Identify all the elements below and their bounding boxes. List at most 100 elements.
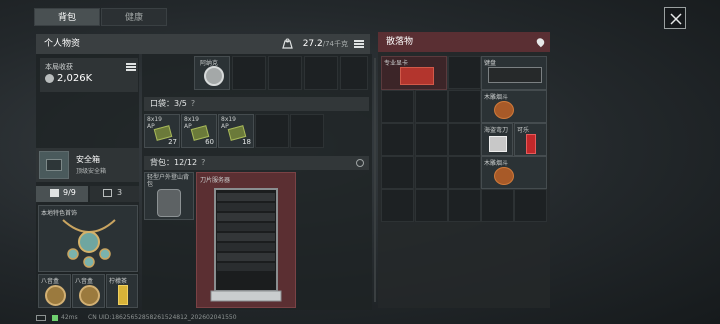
top-strip-item[interactable]: 阿纳克 [194, 56, 230, 90]
status-bar: 42ms CN UID:1862565285826152481​2_202602… [0, 312, 720, 324]
loot-gpu-item[interactable]: 专业显卡 [381, 56, 447, 90]
backpack-item[interactable]: 轻型户外登山背包 [144, 172, 194, 220]
loot-grid-slot[interactable] [381, 156, 414, 189]
location-pin-icon [535, 36, 546, 48]
cassette-label: 海盗弯刀 [484, 127, 509, 134]
weight-current: 27.2 [302, 39, 323, 49]
ammo-label: 8x19 [184, 116, 200, 123]
grid-slot[interactable] [340, 56, 368, 90]
income-value: 2,026K [57, 73, 93, 84]
loot-grid-slot[interactable] [448, 156, 481, 189]
ammo-slot-3[interactable]: 8x19 AP 18 [218, 114, 254, 148]
lemon-tea-item[interactable]: 柠檬茶 [106, 274, 138, 308]
personal-title: 个人物资 [44, 39, 81, 49]
blade-server-item[interactable]: 刀片服务器 [196, 172, 296, 308]
box-icon [103, 189, 112, 197]
loot-header: 散落物 [378, 32, 550, 52]
pocket-help-icon[interactable]: ? [191, 99, 195, 108]
tea-can-icon [118, 285, 128, 305]
ammo-label: 8x19 [147, 116, 163, 123]
slots-count: 9/9 [63, 188, 76, 197]
loot-grid-slot[interactable] [448, 189, 481, 222]
grid-slot[interactable] [268, 56, 302, 90]
loot-grid-slot[interactable] [381, 123, 414, 156]
music-box-icon [79, 285, 100, 306]
personal-header: 个人物资 27.2/74千克 [36, 34, 370, 54]
weight-icon [282, 38, 293, 49]
keyboard-label: 键盘 [484, 60, 497, 67]
tab-health[interactable]: 健康 [101, 8, 167, 26]
gpu-icon [400, 67, 434, 85]
sort-list-icon[interactable] [354, 40, 364, 48]
loot-cassette-item[interactable]: 海盗弯刀 [481, 123, 513, 156]
pipe-icon [494, 101, 514, 119]
necklace-icon [62, 219, 116, 268]
backpack-header: 背包：12/12? [144, 156, 369, 170]
necklace-item[interactable]: 本地特色首饰 [38, 205, 138, 272]
battery-icon [36, 315, 46, 321]
pipe1-label: 木雕烟斗 [484, 94, 509, 101]
pocket-empty-slot[interactable] [290, 114, 324, 148]
ammo-qty: 18 [242, 138, 251, 146]
pipe2-label: 木雕烟斗 [484, 160, 509, 167]
income-label: 本局收获 [45, 63, 73, 71]
backpack-help-icon[interactable]: ? [201, 158, 205, 167]
tab-backpack[interactable]: 背包 [34, 8, 100, 26]
loot-can-item[interactable]: 可乐 [514, 123, 547, 156]
pocket-header: 口袋：3/5? [144, 97, 369, 111]
loot-keyboard-item[interactable]: 键盘 [481, 56, 547, 90]
signal-icon [52, 315, 58, 321]
close-icon [670, 13, 682, 25]
item-c-label: 柠檬茶 [109, 278, 128, 285]
loot-pipe-item-1[interactable]: 木雕烟斗 [481, 90, 547, 123]
safe-box-icon [39, 151, 69, 179]
loot-grid-slot[interactable] [381, 90, 414, 123]
sub-tab-slots[interactable]: 9/9 [36, 186, 88, 202]
sub-tab-count[interactable]: 3 [90, 186, 139, 202]
bag-icon [157, 189, 181, 217]
loot-pipe-item-2[interactable]: 木雕烟斗 [481, 156, 547, 189]
safe-box-name: 安全箱 [76, 155, 100, 164]
safe-box-grade: 顶级安全箱 [76, 168, 107, 175]
ammo-slot-1[interactable]: 8x19 AP 27 [144, 114, 180, 148]
music-box-icon [45, 285, 66, 306]
loot-grid-slot[interactable] [481, 189, 514, 222]
weight-max: /74千克 [322, 40, 348, 48]
coin-icon [45, 74, 54, 83]
ammo-label: 8x19 [221, 116, 237, 123]
grid-slot[interactable] [232, 56, 266, 90]
safe-box-card[interactable]: 安全箱 顶级安全箱 [36, 148, 139, 182]
cassette-icon [489, 136, 507, 152]
gpu-label: 专业显卡 [384, 60, 409, 67]
bag-label: 轻型户外登山背包 [147, 174, 190, 188]
loot-grid-slot[interactable] [448, 123, 481, 156]
loot-grid-slot[interactable] [448, 90, 481, 123]
loot-grid-slot[interactable] [381, 189, 414, 222]
loot-grid-slot[interactable] [415, 123, 448, 156]
loot-grid-slot[interactable] [415, 156, 448, 189]
item-b-label: 八音盒 [75, 278, 94, 285]
ammo-qty: 60 [205, 138, 214, 146]
pocket-empty-slot[interactable] [255, 114, 289, 148]
close-button[interactable] [664, 7, 686, 29]
loot-grid-slot[interactable] [415, 90, 448, 123]
can-icon [526, 134, 536, 154]
income-list-icon[interactable] [126, 63, 136, 71]
music-box-item-1[interactable]: 八音盒 [38, 274, 71, 308]
music-box-item-2[interactable]: 八音盒 [72, 274, 105, 308]
loot-grid-slot[interactable] [514, 189, 547, 222]
backpack-settings-icon[interactable] [356, 159, 364, 167]
uid-text: CN UID:1862565285826152481​2_20260204155… [88, 314, 237, 321]
backpack-icon [50, 189, 59, 197]
scrollbar[interactable] [374, 58, 376, 302]
ammo-slot-2[interactable]: 8x19 AP 60 [181, 114, 217, 148]
weight-readout: 27.2/74千克 [303, 34, 348, 54]
pocket-label: 口袋： [150, 99, 174, 108]
server-rack-icon [210, 188, 282, 302]
pocket-count: 3/5 [174, 99, 187, 108]
loot-grid-slot[interactable] [415, 189, 448, 222]
keyboard-icon [488, 67, 542, 83]
ammo-qty: 27 [168, 138, 177, 146]
loot-grid-slot[interactable] [448, 56, 481, 89]
grid-slot[interactable] [304, 56, 338, 90]
